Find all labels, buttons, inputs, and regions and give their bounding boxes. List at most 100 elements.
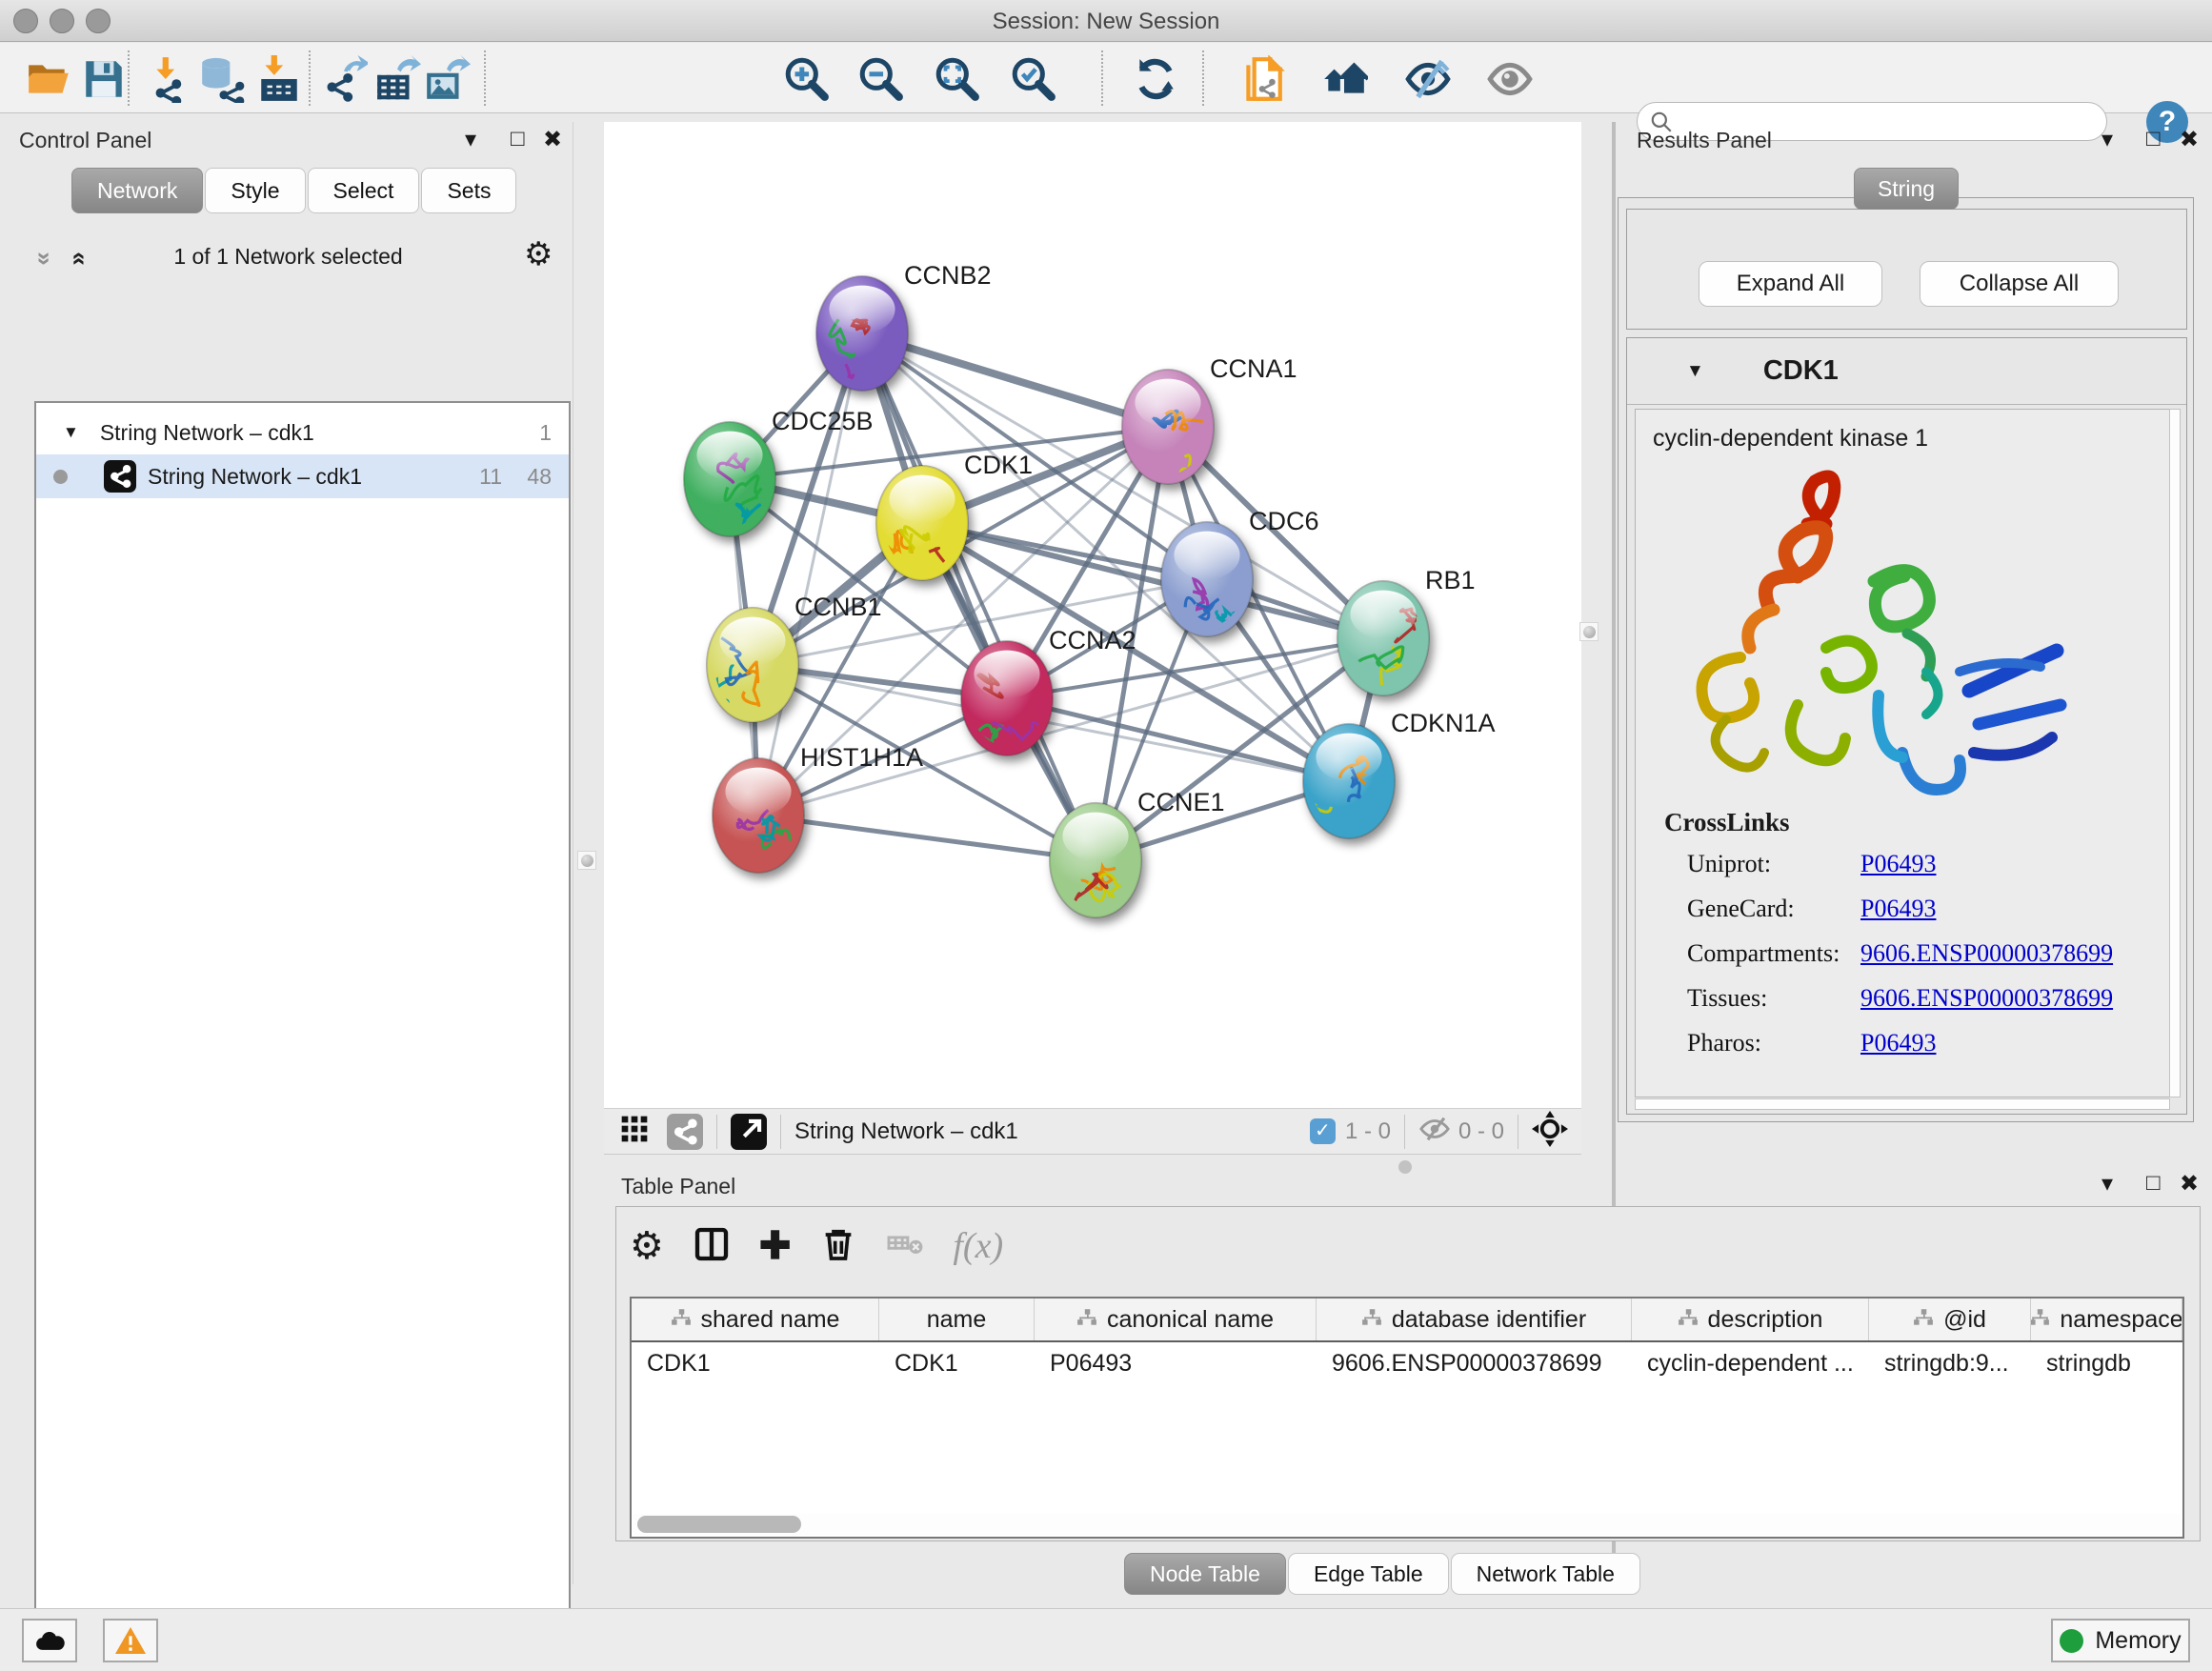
show-columns-icon[interactable] bbox=[693, 1225, 731, 1268]
crosslink-link[interactable]: P06493 bbox=[1860, 850, 1936, 878]
crosslink-link[interactable]: 9606.ENSP00000378699 bbox=[1860, 984, 2113, 1013]
tab-node-table[interactable]: Node Table bbox=[1124, 1553, 1286, 1595]
import-network-icon[interactable] bbox=[147, 55, 194, 103]
network-edge[interactable] bbox=[862, 333, 1168, 427]
tab-edge-table[interactable]: Edge Table bbox=[1288, 1553, 1449, 1595]
show-all-icon[interactable] bbox=[1486, 55, 1534, 103]
clone-network-icon[interactable] bbox=[1238, 55, 1286, 103]
warning-button[interactable] bbox=[103, 1619, 158, 1662]
network-node-ccnb2[interactable] bbox=[814, 276, 908, 399]
zoom-selected-icon[interactable] bbox=[1010, 55, 1057, 103]
crosslink-link[interactable]: 9606.ENSP00000378699 bbox=[1860, 939, 2113, 968]
network-edge[interactable] bbox=[758, 815, 1096, 860]
table-panel-menu-icon[interactable]: ▾ bbox=[2101, 1170, 2113, 1198]
column-header-database-identifier[interactable]: database identifier bbox=[1317, 1299, 1632, 1340]
network-node-cdkn1a[interactable] bbox=[1282, 724, 1395, 838]
control-panel-close-icon[interactable]: ✖ bbox=[543, 126, 562, 153]
table-panel-float-icon[interactable]: □ bbox=[2146, 1170, 2161, 1197]
network-node-hist1h1a[interactable] bbox=[713, 758, 807, 873]
column-header-name[interactable]: name bbox=[879, 1299, 1035, 1340]
network-edge[interactable] bbox=[862, 333, 1096, 860]
table-options-gear-icon[interactable]: ⚙ bbox=[630, 1230, 664, 1262]
table-panel-close-icon[interactable]: ✖ bbox=[2180, 1170, 2199, 1198]
network-node-cdc6[interactable] bbox=[1161, 522, 1253, 636]
left-splitter-handle[interactable] bbox=[577, 851, 596, 870]
node-label-hist1h1a: HIST1H1A bbox=[800, 743, 923, 772]
cloud-button[interactable] bbox=[22, 1619, 77, 1662]
results-panel-menu-icon[interactable]: ▾ bbox=[2101, 126, 2113, 153]
selected-checkbox-icon[interactable]: ✓ bbox=[1310, 1118, 1336, 1144]
refresh-icon[interactable] bbox=[1132, 55, 1179, 103]
export-table-icon[interactable] bbox=[373, 55, 421, 103]
tab-sets[interactable]: Sets bbox=[421, 168, 516, 213]
network-tree-root-row[interactable]: ▼ String Network – cdk1 1 bbox=[36, 411, 569, 454]
results-panel-close-icon[interactable]: ✖ bbox=[2180, 126, 2199, 153]
network-node-ccna2[interactable] bbox=[961, 641, 1053, 755]
network-node-ccna1[interactable] bbox=[1122, 370, 1214, 484]
network-status-dot bbox=[53, 470, 68, 484]
expand-all-button[interactable]: Expand All bbox=[1699, 261, 1882, 307]
results-horizontal-scrollbar[interactable] bbox=[1635, 1098, 2170, 1110]
birds-eye-view-icon[interactable] bbox=[1532, 1111, 1568, 1152]
network-canvas[interactable]: CCNB2CCNA1CDC25BCDK1CDC6RB1CCNB1CCNA2CDK… bbox=[604, 122, 1581, 1108]
crosslink-link[interactable]: P06493 bbox=[1860, 1029, 1936, 1057]
open-view-icon[interactable] bbox=[731, 1114, 767, 1150]
grid-view-icon[interactable] bbox=[619, 1114, 650, 1149]
network-node-cdc25b[interactable] bbox=[684, 422, 775, 536]
home-network-icon[interactable] bbox=[1320, 55, 1368, 103]
results-vertical-scrollbar[interactable] bbox=[2169, 409, 2181, 1097]
tab-network[interactable]: Network bbox=[71, 168, 203, 213]
table-horizontal-scrollbar[interactable] bbox=[633, 1514, 2181, 1535]
table-row[interactable]: CDK1CDK1P064939606.ENSP00000378699cyclin… bbox=[632, 1342, 2182, 1384]
save-session-icon[interactable] bbox=[80, 55, 128, 103]
memory-button[interactable]: Memory bbox=[2051, 1619, 2190, 1662]
network-options-gear-icon[interactable]: ⚙ bbox=[524, 238, 553, 271]
import-network-from-database-icon[interactable] bbox=[198, 55, 246, 103]
node-section-header[interactable]: ▼ CDK1 bbox=[1627, 338, 2186, 405]
export-network-icon[interactable] bbox=[320, 55, 368, 103]
results-panel-float-icon[interactable]: □ bbox=[2146, 126, 2161, 152]
import-table-icon[interactable] bbox=[255, 55, 303, 103]
network-node-ccne1[interactable] bbox=[1050, 803, 1141, 917]
crosslink-link[interactable]: P06493 bbox=[1860, 895, 1936, 923]
network-badge-icon[interactable] bbox=[667, 1114, 703, 1150]
node-label-cdc25b: CDC25B bbox=[772, 407, 874, 435]
export-image-icon[interactable] bbox=[423, 55, 471, 103]
node-label-cdc6: CDC6 bbox=[1249, 507, 1319, 535]
network-node-rb1[interactable] bbox=[1337, 581, 1429, 695]
section-collapse-icon[interactable]: ▼ bbox=[1686, 361, 1704, 382]
control-panel-float-icon[interactable]: □ bbox=[511, 126, 525, 152]
table-cell[interactable]: 9606.ENSP00000378699 bbox=[1317, 1342, 1632, 1384]
right-splitter-handle[interactable] bbox=[1579, 622, 1599, 641]
zoom-out-icon[interactable] bbox=[857, 55, 905, 103]
open-session-icon[interactable] bbox=[25, 55, 72, 103]
results-tab-string[interactable]: String bbox=[1854, 168, 1959, 210]
table-cell[interactable]: stringdb bbox=[2031, 1342, 2182, 1384]
tab-network-table[interactable]: Network Table bbox=[1451, 1553, 1640, 1595]
horizontal-splitter-handle[interactable] bbox=[1398, 1160, 1412, 1174]
add-column-icon[interactable]: ✚ bbox=[759, 1224, 792, 1268]
column-header--id[interactable]: @id bbox=[1869, 1299, 2031, 1340]
control-panel-menu-icon[interactable]: ▾ bbox=[465, 126, 476, 153]
tab-select[interactable]: Select bbox=[308, 168, 420, 213]
delete-column-icon[interactable] bbox=[819, 1225, 857, 1268]
column-header-shared-name[interactable]: shared name bbox=[632, 1299, 879, 1340]
hidden-eye-icon[interactable] bbox=[1418, 1113, 1451, 1150]
zoom-in-icon[interactable] bbox=[783, 55, 831, 103]
column-header-canonical-name[interactable]: canonical name bbox=[1035, 1299, 1317, 1340]
network-node-ccnb1[interactable] bbox=[707, 608, 798, 722]
column-header-description[interactable]: description bbox=[1632, 1299, 1869, 1340]
table-cell[interactable]: cyclin-dependent ... bbox=[1632, 1342, 1869, 1384]
table-cell[interactable]: stringdb:9... bbox=[1869, 1342, 2031, 1384]
tab-style[interactable]: Style bbox=[205, 168, 305, 213]
column-header-namespace[interactable]: namespace bbox=[2031, 1299, 2182, 1340]
zoom-fit-icon[interactable] bbox=[934, 55, 981, 103]
network-tree-child-row[interactable]: String Network – cdk1 11 48 bbox=[36, 454, 569, 498]
scrollbar-thumb[interactable] bbox=[637, 1516, 801, 1533]
table-cell[interactable]: CDK1 bbox=[632, 1342, 879, 1384]
hide-selected-icon[interactable] bbox=[1404, 55, 1452, 103]
table-cell[interactable]: P06493 bbox=[1035, 1342, 1317, 1384]
tree-expander-icon[interactable]: ▼ bbox=[63, 423, 79, 442]
collapse-all-button[interactable]: Collapse All bbox=[1920, 261, 2119, 307]
table-cell[interactable]: CDK1 bbox=[879, 1342, 1035, 1384]
